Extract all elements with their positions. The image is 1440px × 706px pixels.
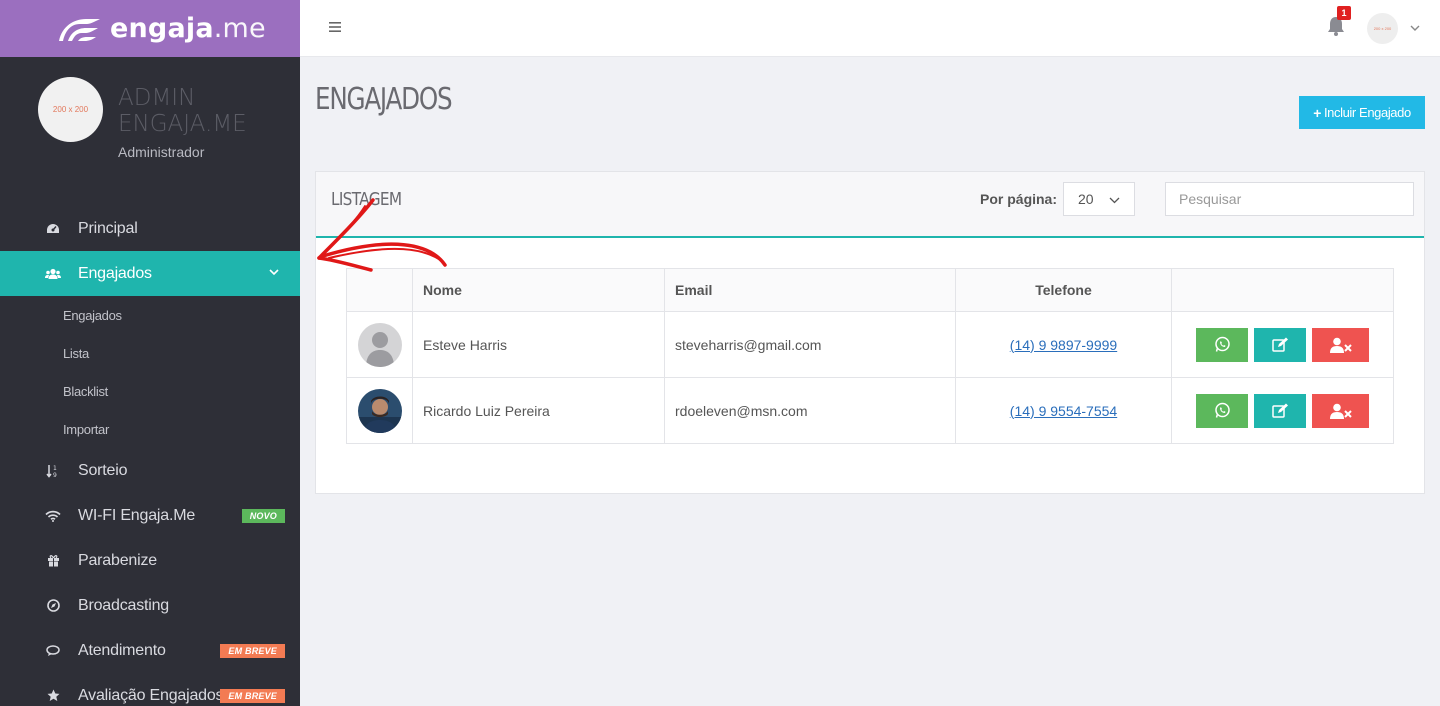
sidebar-item-atendimento[interactable]: Atendimento EM BREVE xyxy=(0,628,300,673)
cell-telefone: (14) 9 9554-7554 xyxy=(955,377,1172,444)
sidebar-item-principal[interactable]: Principal xyxy=(0,206,300,251)
em-breve-badge: EM BREVE xyxy=(220,689,285,703)
sidebar-item-label: Principal xyxy=(78,219,138,237)
header-nome[interactable]: Nome xyxy=(412,268,665,312)
sidebar-item-avaliacao[interactable]: Avaliação Engajados EM BREVE xyxy=(0,673,300,706)
profile-section: 200 x 200 ADMIN ENGAJA.ME Administrador xyxy=(0,57,300,200)
engaja-logo-icon xyxy=(59,18,100,41)
table-row: Ricardo Luiz Pereira rdoeleven@msn.com (… xyxy=(346,377,1394,444)
header-telefone[interactable]: Telefone xyxy=(955,268,1172,312)
topbar: 1 200 x 200 xyxy=(300,0,1440,57)
remove-user-button[interactable] xyxy=(1312,393,1369,428)
user-times-icon xyxy=(1329,403,1352,419)
dashboard-icon xyxy=(45,221,61,237)
cell-nome: Esteve Harris xyxy=(412,311,665,378)
user-times-icon xyxy=(1329,337,1352,353)
submenu-item-importar[interactable]: Importar xyxy=(0,410,300,448)
remove-user-button[interactable] xyxy=(1312,327,1369,362)
sidebar-item-label: Avaliação Engajados xyxy=(78,686,224,704)
panel-header: LISTAGEM Por página: 20 xyxy=(316,172,1424,238)
sidebar: engaja.me 200 x 200 ADMIN ENGAJA.ME Admi… xyxy=(0,0,300,706)
profile-role: Administrador xyxy=(118,144,205,160)
table-row: Esteve Harris steveharris@gmail.com (14)… xyxy=(346,311,1394,378)
submenu-item-lista[interactable]: Lista xyxy=(0,334,300,372)
per-page-value: 20 xyxy=(1078,191,1094,207)
header-email[interactable]: Email xyxy=(664,268,956,312)
hamburger-menu-icon[interactable] xyxy=(329,21,341,33)
panel-title: LISTAGEM xyxy=(331,189,402,210)
chevron-down-icon xyxy=(269,269,279,276)
profile-name-line1: ADMIN xyxy=(118,85,196,111)
sidebar-item-label: WI-FI Engaja.Me xyxy=(78,506,196,524)
plus-icon: + xyxy=(1313,104,1321,121)
page-title: ENGAJADOS xyxy=(315,82,453,117)
avatar-cell xyxy=(346,311,413,378)
submenu-item-blacklist[interactable]: Blacklist xyxy=(0,372,300,410)
notification-count-badge: 1 xyxy=(1337,6,1351,20)
edit-icon xyxy=(1271,337,1288,352)
header-avatar xyxy=(346,268,413,312)
search-input[interactable] xyxy=(1165,182,1414,216)
table-header-row: Nome Email Telefone xyxy=(346,268,1394,312)
wifi-icon xyxy=(45,508,61,524)
user-avatar[interactable]: 200 x 200 xyxy=(1367,13,1398,44)
em-breve-badge: EM BREVE xyxy=(220,644,285,658)
profile-name-line2: ENGAJA.ME xyxy=(118,111,247,137)
brand-name: engaja.me xyxy=(110,13,266,44)
sidebar-item-label: Atendimento xyxy=(78,641,166,659)
per-page-label: Por página: xyxy=(980,191,1058,207)
profile-name: ADMIN ENGAJA.ME xyxy=(118,85,247,137)
edit-button[interactable] xyxy=(1254,393,1306,428)
sidebar-item-parabenize[interactable]: Parabenize xyxy=(0,538,300,583)
brand-logo[interactable]: engaja.me xyxy=(0,0,300,57)
novo-badge: NOVO xyxy=(241,509,285,523)
sidebar-menu: Principal Engajados Engajados Lista Blac… xyxy=(0,206,300,706)
listing-panel: LISTAGEM Por página: 20 Nome Email Telef… xyxy=(315,171,1425,494)
sidebar-item-label: Parabenize xyxy=(78,551,157,569)
include-engajado-button[interactable]: + Incluir Engajado xyxy=(1299,96,1425,129)
edit-button[interactable] xyxy=(1254,327,1306,362)
whatsapp-button[interactable] xyxy=(1196,327,1248,362)
chevron-down-icon[interactable] xyxy=(1410,24,1420,32)
sidebar-item-engajados[interactable]: Engajados xyxy=(0,251,300,296)
per-page-select[interactable]: 20 xyxy=(1063,182,1135,216)
sidebar-item-label: Engajados xyxy=(78,264,152,282)
gift-icon xyxy=(45,553,61,569)
compass-icon xyxy=(45,598,61,614)
star-icon xyxy=(45,688,61,704)
edit-icon xyxy=(1271,403,1288,418)
cell-email: rdoeleven@msn.com xyxy=(664,377,956,444)
avatar xyxy=(357,388,402,433)
chevron-down-icon xyxy=(1109,197,1120,204)
sidebar-item-sorteio[interactable]: 19 Sorteio xyxy=(0,448,300,493)
engajados-table: Nome Email Telefone Esteve Harris steveh… xyxy=(346,268,1394,444)
cell-nome: Ricardo Luiz Pereira xyxy=(412,377,665,444)
whatsapp-icon xyxy=(1214,402,1230,418)
header-actions xyxy=(1171,268,1394,312)
cell-telefone: (14) 9 9897-9999 xyxy=(955,311,1172,378)
sort-numeric-icon: 19 xyxy=(45,463,61,479)
include-button-label: Incluir Engajado xyxy=(1323,105,1411,120)
cell-actions xyxy=(1171,377,1394,444)
svg-text:1: 1 xyxy=(53,465,57,472)
phone-link[interactable]: (14) 9 9897-9999 xyxy=(1010,337,1117,353)
cell-email: steveharris@gmail.com xyxy=(664,311,956,378)
submenu-item-engajados[interactable]: Engajados xyxy=(0,296,300,334)
sidebar-item-label: Sorteio xyxy=(78,461,128,479)
chat-icon xyxy=(45,643,61,659)
sidebar-item-broadcasting[interactable]: Broadcasting xyxy=(0,583,300,628)
sidebar-item-label: Broadcasting xyxy=(78,596,169,614)
avatar xyxy=(357,322,402,367)
users-icon xyxy=(45,266,61,282)
svg-text:9: 9 xyxy=(53,472,57,478)
profile-avatar[interactable]: 200 x 200 xyxy=(38,77,103,142)
whatsapp-button[interactable] xyxy=(1196,393,1248,428)
cell-actions xyxy=(1171,311,1394,378)
whatsapp-icon xyxy=(1214,336,1230,352)
avatar-cell xyxy=(346,377,413,444)
phone-link[interactable]: (14) 9 9554-7554 xyxy=(1010,403,1117,419)
sidebar-item-wifi[interactable]: WI-FI Engaja.Me NOVO xyxy=(0,493,300,538)
